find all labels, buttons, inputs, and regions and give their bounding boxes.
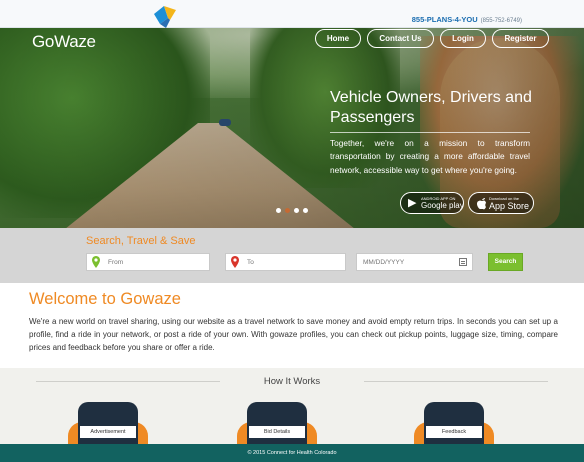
- welcome-text: We're a new world on travel sharing, usi…: [29, 317, 558, 352]
- how-it-works-rule-right: [364, 381, 548, 382]
- nav-contact-button[interactable]: Contact Us: [367, 29, 434, 48]
- footer: © 2015 Connect for Health Colorado: [0, 444, 584, 462]
- welcome-title: Welcome to Gowaze: [29, 290, 181, 308]
- how-it-works-card: Feedback: [414, 402, 494, 452]
- top-bar: 855-PLANS-4-YOU (855-752-6749): [0, 0, 584, 28]
- app-store-button[interactable]: Download on the App Store: [468, 192, 534, 214]
- brand-logo[interactable]: GoWaze: [32, 32, 96, 52]
- calendar-icon[interactable]: [459, 258, 467, 266]
- carousel-dot[interactable]: [294, 208, 299, 213]
- phone-number[interactable]: 855-PLANS-4-YOU (855-752-6749): [412, 15, 522, 24]
- map-pin-green-icon: [92, 256, 100, 268]
- phone-main[interactable]: 855-PLANS-4-YOU: [412, 15, 478, 24]
- hero-title: Vehicle Owners, Drivers and Passengers: [330, 89, 532, 126]
- from-input[interactable]: [108, 255, 208, 269]
- how-it-works-card: Advertisement: [68, 402, 148, 452]
- how-it-works-card: Bid Details: [237, 402, 317, 452]
- to-field[interactable]: [225, 253, 346, 271]
- nav-home-button[interactable]: Home: [315, 29, 361, 48]
- hero-text: Together, we're on a mission to transfor…: [330, 138, 530, 175]
- carousel-dot[interactable]: [285, 208, 290, 213]
- to-input[interactable]: [247, 255, 343, 269]
- logo-icon[interactable]: [150, 4, 184, 30]
- date-input[interactable]: [363, 255, 453, 269]
- carousel-dots: [276, 208, 316, 214]
- google-play-button[interactable]: ▶ ANDROID APP ON Google play: [400, 192, 464, 214]
- map-pin-red-icon: [231, 256, 239, 268]
- nav-login-button[interactable]: Login: [440, 29, 486, 48]
- carousel-dot[interactable]: [303, 208, 308, 213]
- how-it-works-title: How It Works: [263, 376, 321, 387]
- how-it-works-rule-left: [36, 381, 220, 382]
- app-store-label: App Store: [489, 201, 530, 211]
- page: 855-PLANS-4-YOU (855-752-6749) GoWaze Hom…: [0, 0, 584, 462]
- google-play-label: Google play: [421, 201, 464, 210]
- hero-divider: [330, 132, 530, 133]
- google-play-icon: ▶: [408, 197, 417, 209]
- card-label: Feedback: [426, 426, 482, 438]
- from-field[interactable]: [86, 253, 210, 271]
- search-button[interactable]: Search: [488, 253, 523, 271]
- nav-register-button[interactable]: Register: [492, 29, 549, 48]
- date-field[interactable]: [356, 253, 473, 271]
- search-title: Search, Travel & Save: [86, 235, 196, 247]
- card-label: Bid Details: [249, 426, 305, 438]
- card-label: Advertisement: [80, 426, 136, 438]
- phone-alt: (855-752-6749): [480, 18, 522, 24]
- carousel-dot[interactable]: [276, 208, 281, 213]
- apple-icon: [477, 198, 486, 210]
